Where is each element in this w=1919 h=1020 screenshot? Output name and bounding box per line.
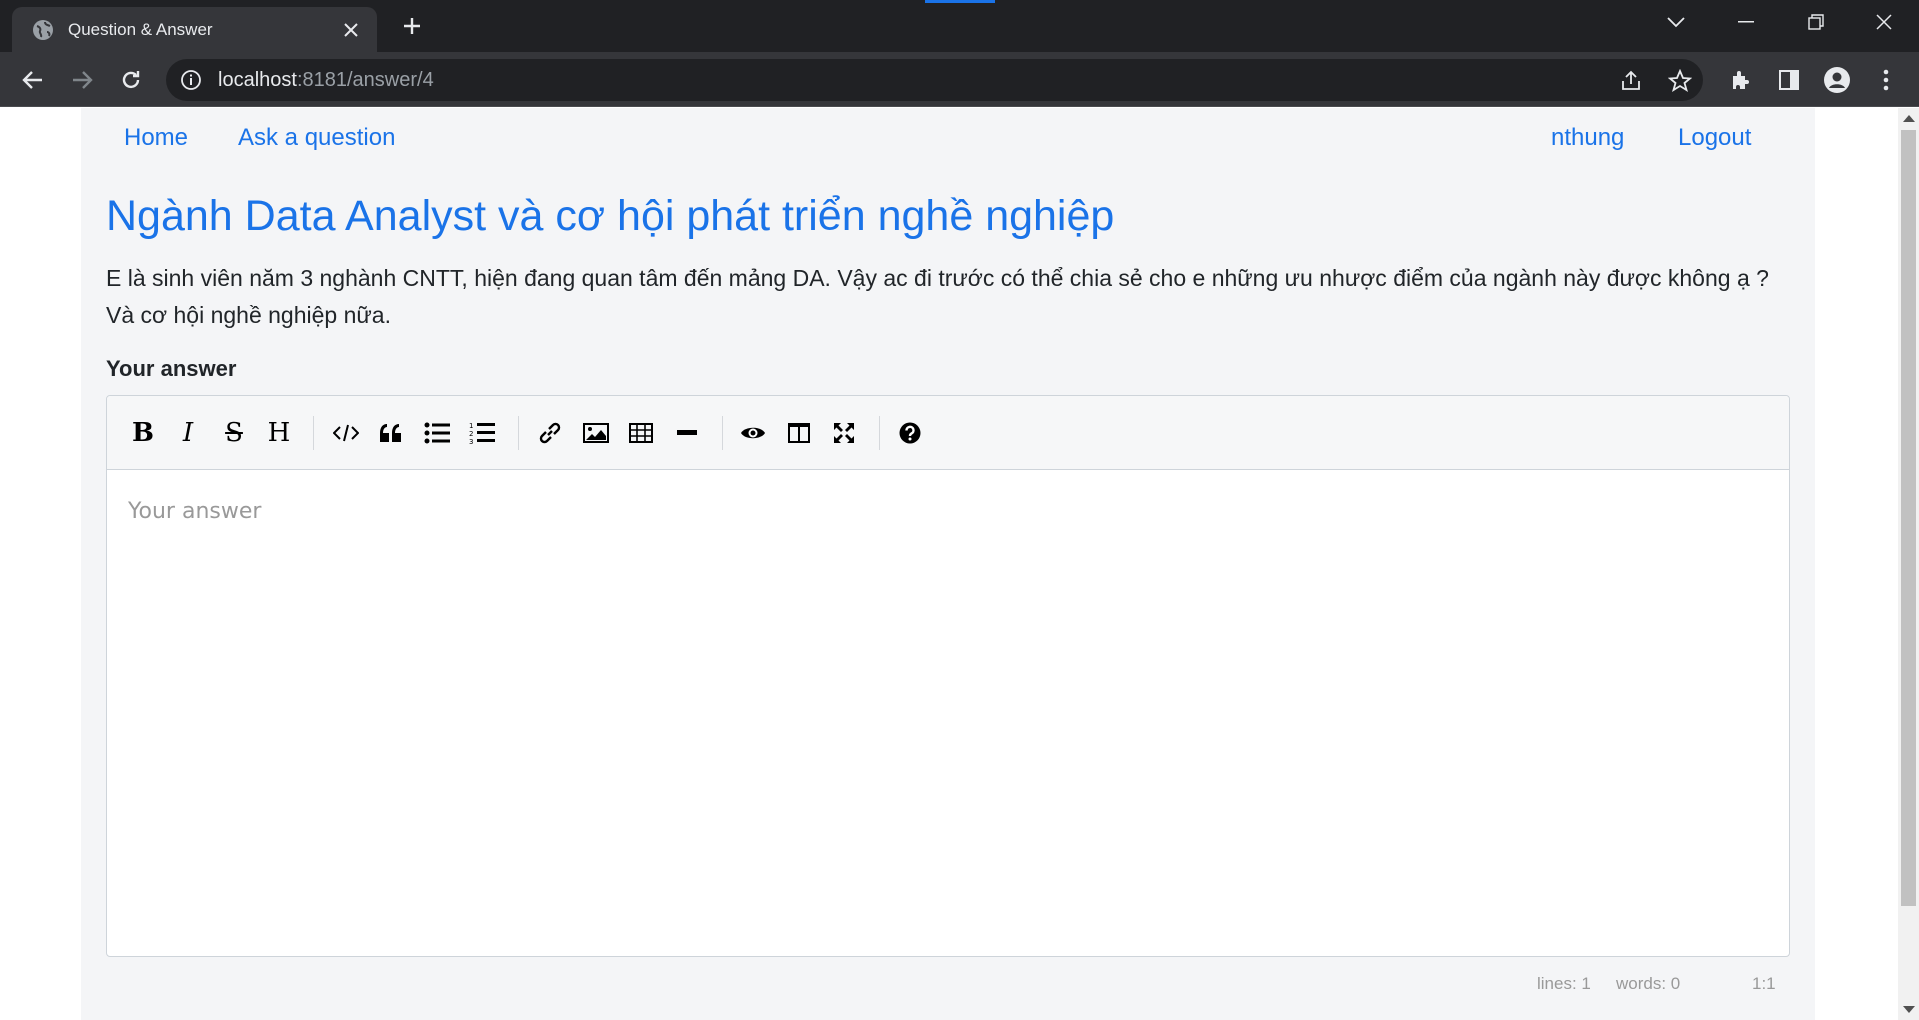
share-icon[interactable] — [1617, 67, 1645, 95]
menu-kebab-icon[interactable] — [1870, 64, 1902, 96]
svg-text:2: 2 — [469, 430, 473, 438]
answer-input[interactable] — [107, 471, 1789, 956]
tab-search-icon[interactable] — [1641, 0, 1711, 44]
markdown-editor: B I S H 1 2 3 Your answer — [106, 395, 1790, 957]
nav-ask-question-link[interactable]: Ask a question — [238, 124, 395, 152]
editor-status-lines: lines: 1 — [1537, 974, 1591, 993]
answer-label: Your answer — [106, 356, 237, 381]
browser-titlebar: Question & Answer — [0, 0, 1919, 52]
unordered-list-icon[interactable] — [419, 415, 455, 451]
bookmark-star-icon[interactable] — [1666, 67, 1694, 95]
image-icon[interactable] — [578, 415, 614, 451]
question-body: E là sinh viên năm 3 nghành CNTT, hiện đ… — [106, 265, 1769, 328]
site-navbar: Home Ask a question nthung Logout — [81, 108, 1815, 172]
table-icon[interactable] — [623, 415, 659, 451]
toolbar-separator — [879, 416, 880, 450]
editor-status-words: words: 0 — [1616, 974, 1681, 993]
ordered-list-icon[interactable]: 123 — [464, 415, 500, 451]
svg-text:1: 1 — [469, 422, 473, 430]
quote-icon[interactable] — [373, 415, 409, 451]
toolbar-separator — [313, 416, 314, 450]
browser-toolbar: localhost:8181/answer/4 — [0, 52, 1919, 107]
fullscreen-icon[interactable] — [826, 415, 862, 451]
browser-tab[interactable]: Question & Answer — [12, 7, 377, 52]
horizontal-rule-icon[interactable] — [669, 415, 705, 451]
heading-icon[interactable]: H — [261, 415, 297, 451]
bold-icon[interactable]: B — [125, 415, 161, 451]
site-info-icon[interactable] — [180, 69, 202, 91]
editor-toolbar: B I S H 1 2 3 — [107, 396, 1789, 470]
close-tab-icon[interactable] — [337, 16, 365, 44]
question-title: Ngành Data Analyst và cơ hội phát triển … — [106, 192, 1115, 240]
globe-icon — [32, 19, 54, 41]
code-icon[interactable] — [328, 415, 364, 451]
scroll-down-arrow-icon[interactable] — [1903, 1006, 1915, 1013]
side-by-side-icon[interactable] — [781, 415, 817, 451]
toolbar-separator — [518, 416, 519, 450]
extensions-icon[interactable] — [1725, 64, 1757, 96]
link-icon[interactable] — [532, 415, 568, 451]
minimize-icon[interactable] — [1711, 0, 1781, 44]
italic-icon[interactable]: I — [170, 415, 206, 451]
strikethrough-icon[interactable]: S — [216, 415, 252, 451]
toolbar-separator — [722, 416, 723, 450]
nav-home-link[interactable]: Home — [124, 124, 188, 152]
back-icon[interactable] — [16, 63, 50, 97]
forward-icon[interactable] — [65, 63, 99, 97]
page-container: Home Ask a question nthung Logout Ngành … — [81, 108, 1815, 1020]
url-host: localhost — [218, 68, 297, 91]
url-path: :8181/answer/4 — [296, 68, 434, 91]
tab-title: Question & Answer — [68, 19, 213, 39]
preview-icon[interactable] — [735, 415, 771, 451]
nav-username-link[interactable]: nthung — [1551, 124, 1624, 152]
scrollbar-thumb[interactable] — [1901, 130, 1916, 906]
restore-icon[interactable] — [1781, 0, 1851, 44]
svg-text:3: 3 — [469, 438, 473, 445]
side-panel-icon[interactable] — [1773, 64, 1805, 96]
close-window-icon[interactable] — [1849, 0, 1919, 44]
page-scrollbar[interactable] — [1898, 108, 1919, 1020]
editor-status-cursor: 1:1 — [1752, 974, 1776, 993]
profile-avatar-icon[interactable] — [1821, 64, 1853, 96]
editor-text-area — [107, 471, 1789, 956]
tab-strip-accent — [925, 0, 995, 3]
new-tab-button[interactable] — [396, 10, 428, 42]
nav-logout-link[interactable]: Logout — [1678, 124, 1751, 152]
guide-icon[interactable] — [892, 415, 928, 451]
address-bar[interactable]: localhost:8181/answer/4 — [166, 59, 1703, 101]
reload-icon[interactable] — [114, 63, 148, 97]
page-viewport: Home Ask a question nthung Logout Ngành … — [0, 108, 1898, 1020]
scroll-up-arrow-icon[interactable] — [1903, 115, 1915, 122]
